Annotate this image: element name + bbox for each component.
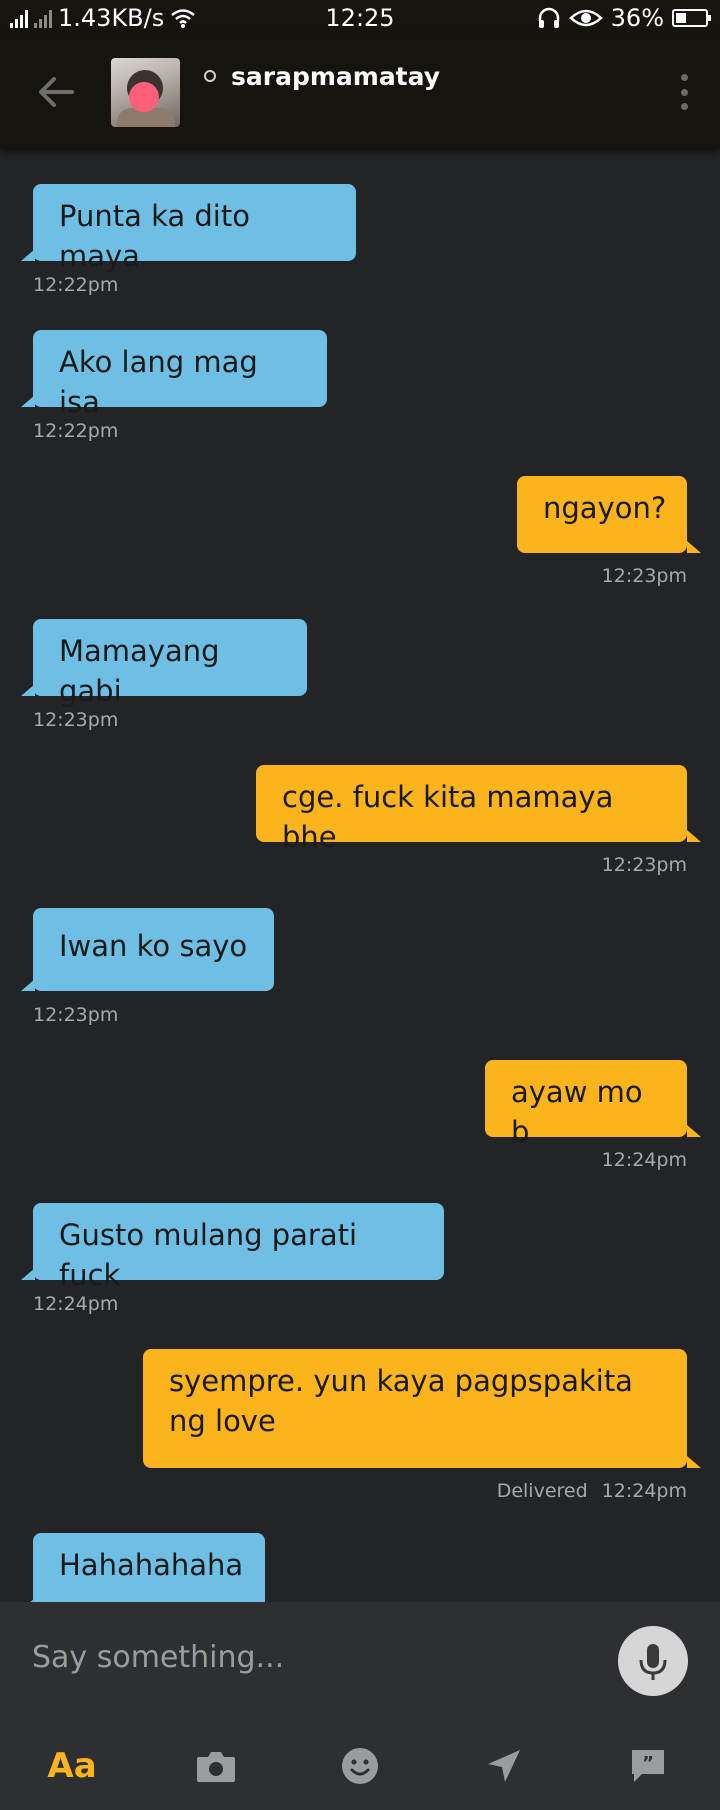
- message-time: 12:23pm: [33, 1004, 119, 1026]
- saved-phrases-button[interactable]: ”: [624, 1742, 672, 1790]
- message-bubble-in[interactable]: Mamayang gabi: [21, 619, 307, 708]
- message-time: 12:23pm: [33, 709, 119, 731]
- eye-icon: [568, 9, 603, 27]
- message-bubble-in[interactable]: Ako lang mag isa: [21, 330, 327, 419]
- microphone-button[interactable]: [618, 1626, 688, 1696]
- message-bubble-out[interactable]: ngayon?: [517, 476, 701, 553]
- svg-text:”: ”: [642, 1753, 654, 1774]
- message-time: 12:24pm: [601, 1149, 687, 1171]
- message-time: 12:24pm: [601, 1480, 687, 1502]
- message-time: 12:22pm: [33, 420, 119, 442]
- message-bubble-out[interactable]: ayaw mo b: [485, 1060, 701, 1149]
- message-bubble-in[interactable]: Hahahahaha: [21, 1533, 265, 1610]
- back-arrow-icon[interactable]: [34, 70, 78, 114]
- battery-percent: 36%: [610, 4, 664, 32]
- emoji-button[interactable]: [336, 1742, 384, 1790]
- message-time: 12:24pm: [33, 1293, 119, 1315]
- message-bubble-in[interactable]: Punta ka dito maya: [21, 184, 356, 273]
- input-toolbar: Aa ”: [0, 1720, 720, 1810]
- message-time: 12:23pm: [601, 565, 687, 587]
- more-options-icon[interactable]: [680, 74, 688, 110]
- emoji-icon: [342, 1748, 378, 1784]
- message-composer: Say something...: [0, 1602, 720, 1720]
- saved-phrases-icon: ”: [632, 1750, 664, 1782]
- message-time: 12:23pm: [601, 854, 687, 876]
- message-bubble-in[interactable]: Gusto mulang parati fuck: [21, 1203, 444, 1292]
- microphone-icon: [639, 1644, 667, 1680]
- headphones-icon: [538, 7, 559, 28]
- location-button[interactable]: [480, 1742, 528, 1790]
- contact-name[interactable]: sarapmamatay: [231, 62, 440, 91]
- location-icon: [488, 1750, 520, 1782]
- message-time: 12:22pm: [33, 274, 119, 296]
- message-bubble-out[interactable]: syempre. yun kaya pagpspakita ng love: [143, 1349, 701, 1468]
- status-bar: 1.43KB/s 12:25 36%: [0, 0, 720, 38]
- message-bubble-in[interactable]: Iwan ko sayo: [21, 908, 274, 991]
- message-input[interactable]: Say something...: [32, 1640, 284, 1675]
- camera-icon: [197, 1752, 235, 1782]
- text-mode-button[interactable]: Aa: [47, 1742, 96, 1790]
- message-time-delivered: Delivered 12:24pm: [497, 1480, 687, 1502]
- online-status-icon: [204, 70, 216, 82]
- delivery-status: Delivered: [496, 1480, 588, 1502]
- chat-header: sarapmamatay: [0, 38, 720, 148]
- battery-icon: [672, 9, 711, 27]
- avatar[interactable]: [111, 58, 180, 127]
- message-bubble-out[interactable]: cge. fuck kita mamaya bhe: [256, 765, 701, 854]
- camera-button[interactable]: [192, 1742, 240, 1790]
